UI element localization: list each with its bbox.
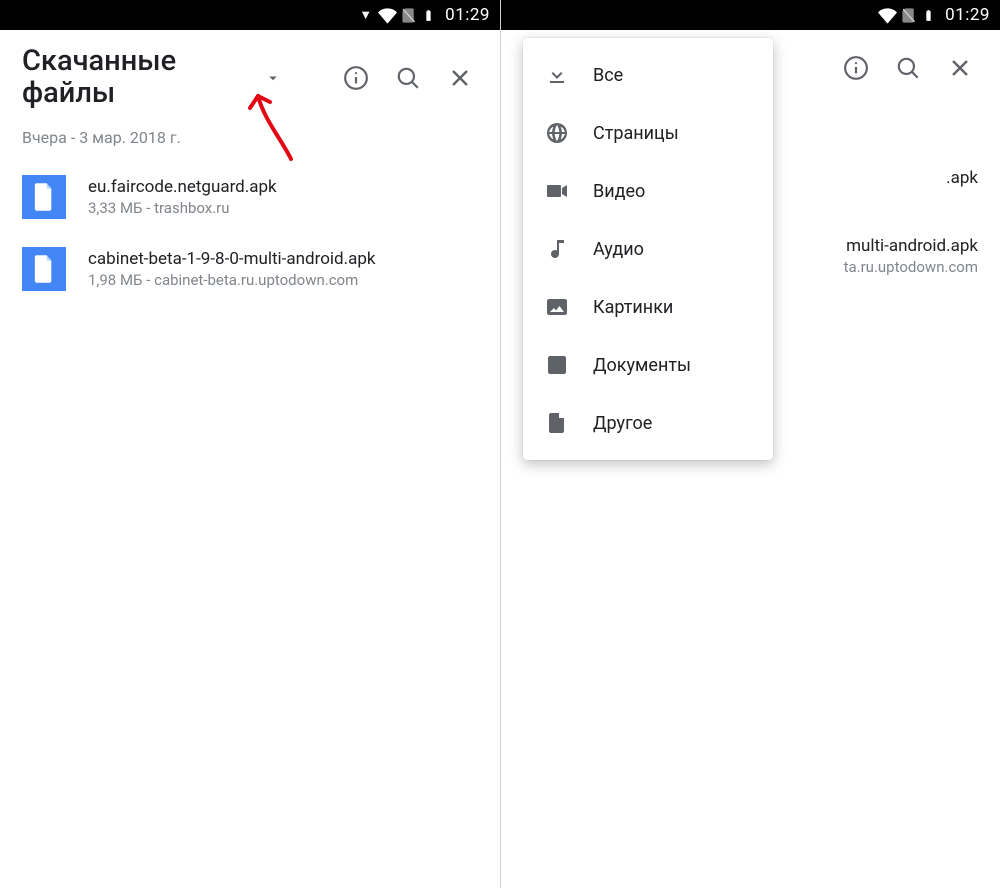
menu-item-label: Все — [593, 65, 623, 86]
search-icon — [395, 65, 421, 91]
menu-item-label: Видео — [593, 181, 645, 202]
screen-left: ▼ 01:29 Скачанные файлы Вчера - 3 мар. 2… — [0, 0, 500, 888]
info-icon — [343, 65, 369, 91]
close-icon — [948, 56, 972, 80]
page-title: Скачанные файлы — [22, 46, 252, 110]
file-row-partial: .apk — [844, 168, 978, 188]
no-sim-icon — [901, 7, 918, 24]
close-button[interactable] — [938, 46, 982, 90]
filter-menu: Все Страницы Видео Аудио Картинки — [523, 38, 773, 460]
file-name-fragment: multi-android.apk — [844, 236, 978, 256]
menu-item-audio[interactable]: Аудио — [523, 220, 773, 278]
document-icon — [545, 353, 569, 377]
video-icon — [545, 179, 569, 203]
info-button[interactable] — [834, 46, 878, 90]
filter-dropdown-trigger[interactable] — [264, 69, 282, 91]
file-row[interactable]: eu.faircode.netguard.apk 3,33 МБ - trash… — [0, 161, 500, 233]
file-name: cabinet-beta-1-9-8-0-multi-android.apk — [88, 249, 478, 269]
file-name: eu.faircode.netguard.apk — [88, 177, 478, 197]
file-meta: 1,98 МБ - cabinet-beta.ru.uptodown.com — [88, 271, 478, 289]
screen-right: 01:29 .apk multi-android.apk ta.ru.uptod… — [500, 0, 1000, 888]
wifi-icon — [378, 6, 397, 25]
info-icon — [843, 55, 869, 81]
menu-item-pages[interactable]: Страницы — [523, 104, 773, 162]
menu-item-label: Аудио — [593, 239, 644, 260]
menu-item-other[interactable]: Другое — [523, 394, 773, 452]
menu-item-label: Страницы — [593, 123, 679, 144]
status-bar: ▼ 01:29 — [0, 0, 500, 30]
file-row[interactable]: cabinet-beta-1-9-8-0-multi-android.apk 1… — [0, 233, 500, 305]
battery-icon — [922, 6, 935, 25]
status-time: 01:29 — [445, 5, 490, 25]
app-bar: Скачанные файлы — [0, 30, 500, 120]
menu-item-video[interactable]: Видео — [523, 162, 773, 220]
file-icon — [545, 411, 569, 435]
download-icon — [545, 63, 569, 87]
battery-icon — [422, 6, 435, 25]
image-icon — [545, 295, 569, 319]
menu-item-documents[interactable]: Документы — [523, 336, 773, 394]
background-file-list: .apk multi-android.apk ta.ru.uptodown.co… — [844, 168, 978, 324]
menu-item-label: Другое — [593, 413, 652, 434]
date-header: Вчера - 3 мар. 2018 г. — [0, 120, 500, 161]
no-sim-icon — [401, 7, 418, 24]
file-meta: 3,33 МБ - trashbox.ru — [88, 199, 478, 217]
menu-item-all[interactable]: Все — [523, 46, 773, 104]
audio-icon — [545, 237, 569, 261]
search-button[interactable] — [386, 56, 430, 100]
menu-item-images[interactable]: Картинки — [523, 278, 773, 336]
menu-item-label: Картинки — [593, 297, 673, 318]
search-icon — [895, 55, 921, 81]
search-button[interactable] — [886, 46, 930, 90]
file-type-icon — [22, 175, 66, 219]
file-meta-fragment: ta.ru.uptodown.com — [844, 258, 978, 276]
status-time: 01:29 — [945, 5, 990, 25]
close-icon — [448, 66, 472, 90]
dropdown-indicator-icon: ▼ — [359, 7, 372, 23]
file-row-partial: multi-android.apk ta.ru.uptodown.com — [844, 236, 978, 276]
wifi-icon — [878, 6, 897, 25]
chevron-down-icon — [264, 69, 282, 87]
status-bar: 01:29 — [501, 0, 1000, 30]
globe-icon — [545, 121, 569, 145]
file-name-fragment: .apk — [844, 168, 978, 188]
file-type-icon — [22, 247, 66, 291]
close-button[interactable] — [438, 56, 482, 100]
info-button[interactable] — [334, 56, 378, 100]
menu-item-label: Документы — [593, 355, 691, 376]
